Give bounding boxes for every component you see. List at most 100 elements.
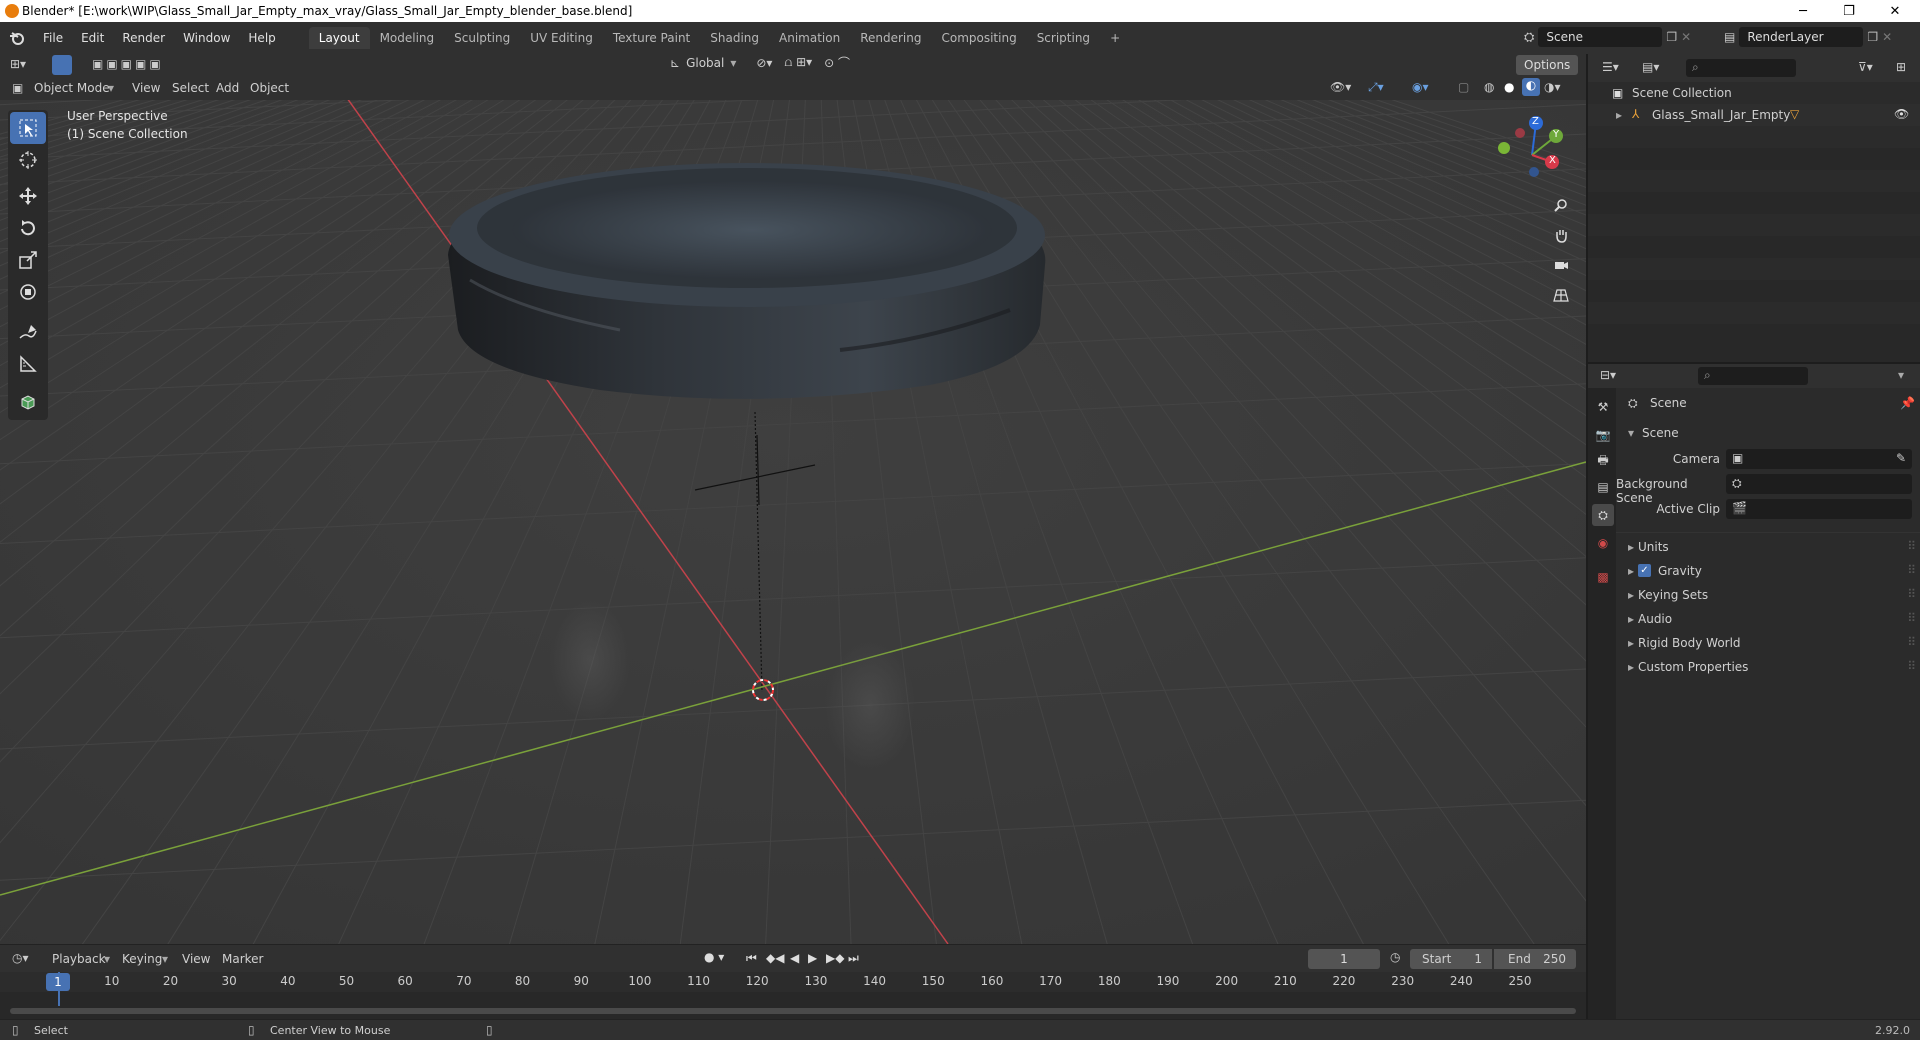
select-box-tool-icon[interactable] [52, 55, 72, 75]
playhead-frame[interactable]: 1 [46, 973, 70, 991]
scene-icon[interactable]: ⛭ [1524, 30, 1534, 45]
workspace-tab-scripting[interactable]: Scripting [1027, 27, 1100, 49]
material-preview-icon[interactable]: ◐ [1522, 78, 1540, 96]
maximize-button[interactable]: ❐ [1826, 0, 1872, 22]
background-scene-field[interactable]: ⛭ [1726, 474, 1912, 494]
workspace-tab-compositing[interactable]: Compositing [931, 27, 1026, 49]
solid-shading-icon[interactable]: ● [1504, 80, 1514, 94]
selection-mode-icons[interactable]: ▣▣▣▣▣ [92, 57, 164, 71]
timeline-menu-marker[interactable]: Marker [222, 952, 263, 966]
properties-search-input[interactable]: ⌕ [1698, 367, 1808, 385]
rendered-shading-icon[interactable]: ◑▾ [1544, 80, 1561, 94]
jar-lid-mesh[interactable] [448, 163, 1046, 399]
transform-tool-icon[interactable] [10, 276, 46, 308]
snap-icon[interactable]: ⩍ ⊞▾ [784, 55, 812, 70]
eyedropper-icon[interactable]: ✎ [1896, 451, 1906, 465]
scene-selector[interactable]: Scene [1538, 27, 1663, 47]
properties-editor-icon[interactable]: ⊟▾ [1600, 368, 1616, 382]
move-tool-icon[interactable] [10, 180, 46, 212]
mode-selector[interactable]: Object Mode [34, 81, 110, 95]
collapse-icon[interactable]: ▾ [1628, 426, 1634, 440]
timeline-menu-keying[interactable]: Keying [122, 952, 162, 966]
close-button[interactable]: ✕ [1872, 0, 1918, 22]
world-tab-icon[interactable]: ◉ [1592, 532, 1614, 554]
viewport-menu-view[interactable]: View [132, 81, 160, 95]
new-collection-icon[interactable]: ⊞ [1896, 60, 1906, 74]
blender-menu-icon[interactable] [0, 22, 34, 54]
pan-hand-icon[interactable] [1548, 222, 1574, 248]
camera-view-icon[interactable] [1548, 252, 1574, 278]
add-workspace-button[interactable]: + [1100, 27, 1130, 49]
menu-help[interactable]: Help [239, 31, 284, 45]
navigation-gizmo[interactable]: Z Y X [1492, 115, 1572, 195]
workspace-tab-animation[interactable]: Animation [769, 27, 850, 49]
gravity-checkbox[interactable]: ✓ [1638, 564, 1651, 577]
minimize-button[interactable]: ─ [1780, 0, 1826, 22]
workspace-tab-layout[interactable]: Layout [308, 27, 370, 49]
texture-tab-icon[interactable]: ▩ [1592, 566, 1614, 588]
properties-options-icon[interactable]: ▾ [1898, 368, 1904, 382]
jump-start-icon[interactable]: ⏮ [746, 951, 757, 966]
visibility-icon[interactable]: 👁▾ [1330, 80, 1351, 94]
view-layer-icon[interactable]: ▤ [1724, 30, 1735, 44]
timeline-menu-view[interactable]: View [182, 952, 210, 966]
timeline-scrollbar[interactable] [10, 1008, 1576, 1014]
preview-range-icon[interactable]: ◷ [1390, 950, 1400, 964]
remove-view-layer-icon[interactable]: ✕ [1882, 30, 1892, 44]
expand-icon[interactable]: ▸ [1616, 108, 1622, 122]
timeline-body[interactable]: 1102030405060708090100110120130140150160… [0, 972, 1586, 1019]
wireframe-shading-icon[interactable]: ◍ [1484, 80, 1494, 94]
scene-tab-icon[interactable]: ⛭ [1592, 504, 1614, 526]
measure-tool-icon[interactable] [10, 348, 46, 380]
select-tool-icon[interactable] [10, 112, 46, 144]
data-icon[interactable]: ▽ [1790, 107, 1799, 121]
new-scene-icon[interactable]: ❐ [1666, 30, 1677, 44]
menu-edit[interactable]: Edit [72, 31, 113, 45]
menu-file[interactable]: File [34, 31, 72, 45]
menu-render[interactable]: Render [113, 31, 174, 45]
output-tab-icon[interactable]: 🖶 [1592, 450, 1614, 472]
xray-icon[interactable]: ▢ [1458, 80, 1469, 94]
gizmo-toggle-icon[interactable]: ⤢▾ [1368, 80, 1384, 95]
menu-window[interactable]: Window [174, 31, 239, 45]
remove-scene-icon[interactable]: ✕ [1681, 30, 1691, 44]
overlay-toggle-icon[interactable]: ◉▾ [1412, 80, 1429, 94]
viewport-menu-add[interactable]: Add [216, 81, 239, 95]
current-frame-field[interactable]: 1 [1308, 949, 1380, 969]
pivot-icon[interactable]: ⊘▾ [756, 56, 772, 70]
viewport-menu-object[interactable]: Object [250, 81, 289, 95]
view-layer-tab-icon[interactable]: ▤ [1592, 476, 1614, 498]
workspace-tab-texture-paint[interactable]: Texture Paint [603, 27, 700, 49]
options-button[interactable]: Options [1516, 55, 1579, 75]
zoom-icon[interactable] [1548, 192, 1574, 218]
active-clip-field[interactable]: 🎬 [1726, 499, 1912, 519]
start-frame-field[interactable]: Start 1 [1410, 949, 1492, 969]
custom-properties-panel[interactable]: ▸ Custom Properties ⠿ [1616, 656, 1920, 678]
jump-end-icon[interactable]: ⏭ [848, 951, 859, 966]
display-mode-icon[interactable]: ▤▾ [1642, 60, 1659, 74]
end-frame-field[interactable]: End 250 [1494, 949, 1576, 969]
3d-viewport[interactable]: User Perspective (1) Scene Collection Z [0, 100, 1586, 944]
outliner-item-name[interactable]: Glass_Small_Jar_Empty [1652, 108, 1790, 122]
filter-icon[interactable]: ⊽▾ [1858, 60, 1873, 74]
frame-ruler[interactable]: 1102030405060708090100110120130140150160… [0, 972, 1586, 992]
new-view-layer-icon[interactable]: ❐ [1867, 30, 1878, 44]
prev-keyframe-icon[interactable]: ◆◀ [766, 951, 784, 965]
scene-panel-title[interactable]: Scene [1642, 426, 1679, 440]
tool-tab-icon[interactable]: ⚒ [1592, 396, 1614, 418]
editor-type-icon[interactable]: ⊞▾ [10, 57, 26, 71]
rigid-body-world-panel[interactable]: ▸ Rigid Body World ⠿ [1616, 632, 1920, 654]
play-reverse-icon[interactable]: ◀ [790, 951, 799, 965]
annotate-tool-icon[interactable] [10, 316, 46, 348]
workspace-tab-shading[interactable]: Shading [700, 27, 769, 49]
keying-sets-panel[interactable]: ▸ Keying Sets ⠿ [1616, 584, 1920, 606]
timeline-editor-icon[interactable]: ◷▾ [12, 951, 29, 965]
workspace-tab-modeling[interactable]: Modeling [370, 27, 445, 49]
outliner-search-input[interactable]: ⌕ [1686, 59, 1796, 77]
scene-collection-label[interactable]: Scene Collection [1632, 86, 1732, 100]
render-tab-icon[interactable]: 📷 [1592, 424, 1614, 446]
view-layer-selector[interactable]: RenderLayer [1739, 27, 1864, 47]
proportional-edit-icon[interactable]: ⊙ ⌒ [824, 54, 850, 71]
outliner-editor-icon[interactable]: ☰▾ [1602, 60, 1619, 74]
workspace-tab-uv-editing[interactable]: UV Editing [520, 27, 603, 49]
